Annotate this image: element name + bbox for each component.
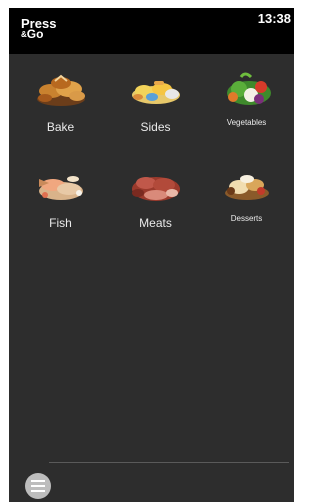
- meats-icon: [126, 164, 186, 206]
- category-tile-sides[interactable]: Sides: [108, 68, 203, 148]
- category-tile-bake[interactable]: Bake: [13, 68, 108, 148]
- menu-icon[interactable]: [25, 473, 51, 499]
- category-label: Sides: [140, 120, 171, 134]
- category-label: Fish: [49, 216, 72, 230]
- app-screen: Press &Go 13:38 Bake Sides Vegetables Fi…: [9, 8, 294, 502]
- clock: 13:38: [257, 11, 291, 26]
- category-tile-meats[interactable]: Meats: [108, 164, 203, 244]
- vegetables-icon: [217, 68, 277, 110]
- category-label: Bake: [46, 120, 75, 134]
- category-label: Vegetables: [226, 118, 267, 127]
- desserts-icon: [217, 164, 277, 206]
- bottom-divider: [49, 462, 289, 463]
- top-bar: Press &Go 13:38: [9, 8, 294, 54]
- category-tile-vegetables[interactable]: Vegetables: [199, 68, 294, 148]
- category-tile-desserts[interactable]: Desserts: [199, 164, 294, 244]
- category-label: Meats: [139, 216, 172, 230]
- brand-logo: Press &Go: [21, 17, 56, 41]
- bread-icon: [31, 68, 91, 110]
- sides-icon: [126, 68, 186, 110]
- category-tile-fish[interactable]: Fish: [13, 164, 108, 244]
- fish-icon: [31, 164, 91, 206]
- category-label: Desserts: [230, 214, 263, 223]
- brand-line2: Go: [26, 27, 44, 41]
